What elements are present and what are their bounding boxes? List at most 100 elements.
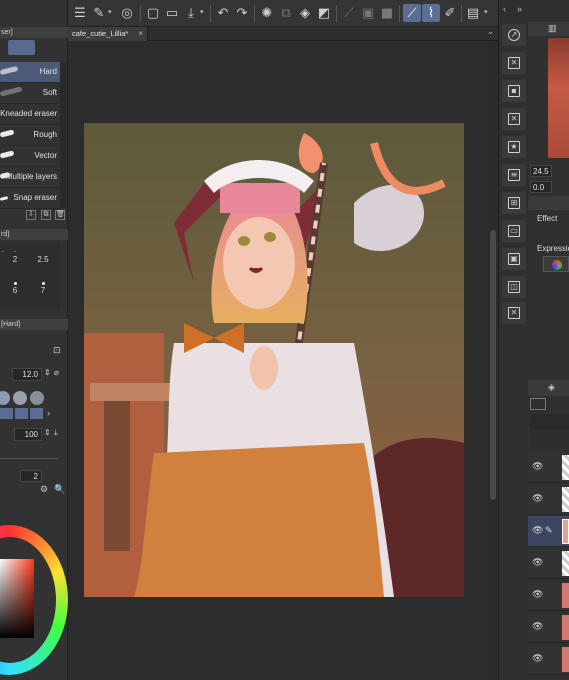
undo-icon[interactable]: ↶ bbox=[214, 4, 232, 22]
zoom-field[interactable]: 24.5 bbox=[530, 165, 552, 177]
navigator-button[interactable]: ↗ bbox=[502, 24, 526, 46]
chevron-right-icon[interactable]: › bbox=[47, 408, 50, 418]
hardness-field[interactable]: 2 bbox=[20, 470, 42, 482]
lock-icon[interactable]: ⊡ bbox=[53, 346, 61, 356]
material-button[interactable]: ✕ bbox=[502, 52, 526, 74]
eye-icon[interactable]: 👁 bbox=[532, 494, 543, 504]
edit-icon[interactable]: ✐ bbox=[441, 4, 459, 22]
tip-shape-1[interactable] bbox=[0, 391, 10, 405]
layer-row[interactable]: 👁 bbox=[528, 548, 569, 579]
new-icon[interactable]: ▢ bbox=[144, 4, 162, 22]
eraser-item-snap[interactable]: Snap eraser bbox=[0, 188, 60, 209]
opacity-field[interactable]: 100 bbox=[14, 428, 42, 441]
opacity-stepper[interactable]: ⇕ bbox=[44, 428, 51, 437]
close-box-icon: ✕ bbox=[508, 57, 520, 69]
chevron-down-icon[interactable]: ⌄ bbox=[487, 27, 494, 36]
delete-sub-tool-icon[interactable]: 🗑 bbox=[55, 210, 65, 220]
brush-size-cell[interactable]: 6 bbox=[4, 279, 26, 301]
layer-thumbnail bbox=[562, 551, 569, 576]
clear-icon[interactable]: ◩ bbox=[315, 4, 333, 22]
favorite-button[interactable]: ★ bbox=[502, 136, 526, 158]
eraser-label: Hard bbox=[39, 67, 57, 76]
chevron-down-icon[interactable]: ▾ bbox=[484, 8, 488, 16]
artwork-canvas[interactable] bbox=[84, 123, 464, 597]
sub-view-button[interactable]: ▪ bbox=[502, 80, 526, 102]
canvas-scroll-thumb[interactable] bbox=[490, 230, 496, 500]
brush-icon[interactable]: ⌇ bbox=[422, 4, 440, 22]
color-square[interactable] bbox=[0, 559, 34, 638]
search-icon[interactable]: 🔍 bbox=[54, 485, 65, 495]
layer-row-selected[interactable]: 👁 ✎ bbox=[528, 516, 569, 547]
hardness-slider[interactable] bbox=[0, 451, 58, 459]
settings-icon[interactable]: ⚙ bbox=[40, 485, 48, 495]
blend-mode-select[interactable] bbox=[530, 398, 546, 410]
tip-shape-2[interactable] bbox=[13, 391, 27, 405]
timeline-button[interactable]: ▣ bbox=[502, 248, 526, 270]
layer-row[interactable]: 👁 bbox=[528, 580, 569, 611]
history-button[interactable]: ▭ bbox=[502, 220, 526, 242]
brush-size-field[interactable]: 12.0 bbox=[12, 368, 42, 381]
layer-property-button[interactable]: ≡ bbox=[502, 164, 526, 186]
brush-size-cell[interactable]: 7 bbox=[32, 279, 54, 301]
snap-icon[interactable]: ⟋ bbox=[340, 4, 358, 22]
eraser-item-kneaded[interactable]: Kneaded eraser bbox=[0, 104, 60, 125]
duplicate-sub-tool-button[interactable]: ⧉ bbox=[41, 210, 51, 220]
redo-icon[interactable]: ↷ bbox=[233, 4, 251, 22]
eye-icon[interactable]: 👁 bbox=[532, 622, 543, 632]
fill-icon[interactable]: ◈ bbox=[296, 4, 314, 22]
pen-icon[interactable]: ⟋ bbox=[403, 4, 421, 22]
tip-shape-3[interactable] bbox=[30, 391, 44, 405]
eraser-item-multiple-layers[interactable]: Multiple layers bbox=[0, 167, 60, 188]
ruler-icon[interactable]: ▣ bbox=[359, 4, 377, 22]
eye-icon[interactable]: 👁 bbox=[532, 462, 543, 472]
layer-thumbnail bbox=[562, 455, 569, 480]
layer-toolbar-2 bbox=[530, 433, 569, 447]
layer-row[interactable]: 👁 bbox=[528, 644, 569, 675]
settings-icon[interactable]: ▤ bbox=[464, 4, 482, 22]
direction-button-3[interactable] bbox=[30, 408, 43, 419]
eraser-item-hard[interactable]: Hard bbox=[0, 62, 60, 83]
loading-icon[interactable]: ✺ bbox=[258, 4, 276, 22]
eye-icon[interactable]: 👁 bbox=[532, 654, 543, 664]
brush-size-cell[interactable]: 2 bbox=[4, 255, 26, 277]
eraser-item-soft[interactable]: Soft bbox=[0, 83, 60, 104]
eye-icon[interactable]: 👁 bbox=[532, 558, 543, 568]
layer-search-button[interactable]: ⊞ bbox=[502, 192, 526, 214]
eye-icon[interactable]: 👁 bbox=[532, 590, 543, 600]
auto-action-close-button[interactable]: ✕ bbox=[502, 302, 526, 324]
open-icon[interactable]: ▭ bbox=[163, 4, 181, 22]
chevron-left-icon[interactable]: ‹ bbox=[503, 4, 506, 14]
rotation-field[interactable]: 0.0 bbox=[530, 181, 552, 193]
sub-tool-tab[interactable] bbox=[8, 40, 35, 55]
navigator-preview[interactable] bbox=[548, 38, 569, 158]
save-icon[interactable]: ⤓ bbox=[182, 4, 200, 22]
close-icon[interactable]: × bbox=[138, 27, 143, 40]
document-tab[interactable]: cafe_cutie_Lillia* × bbox=[68, 27, 148, 41]
expression-color-button[interactable] bbox=[543, 256, 569, 272]
layer-row[interactable]: 👁 bbox=[528, 612, 569, 643]
material-close-button[interactable]: ✕ bbox=[502, 108, 526, 130]
direction-button-2[interactable] bbox=[15, 408, 28, 419]
layer-icon[interactable]: ◎ bbox=[118, 4, 136, 22]
size-pressure-icon[interactable]: ⌀ bbox=[54, 368, 59, 377]
create-sub-tool-button[interactable]: ⇩ bbox=[26, 210, 36, 220]
chevron-double-right-icon[interactable]: » bbox=[517, 4, 522, 14]
transform-icon[interactable]: ⧉ bbox=[277, 4, 295, 22]
eraser-item-vector[interactable]: Vector bbox=[0, 146, 60, 167]
close-box-icon: ✕ bbox=[508, 307, 520, 319]
size-stepper[interactable]: ⇕ bbox=[44, 368, 51, 377]
eraser-item-rough[interactable]: Rough bbox=[0, 125, 60, 146]
layer-row[interactable]: 👁 bbox=[528, 484, 569, 515]
direction-button-1[interactable] bbox=[0, 408, 13, 419]
download-icon[interactable]: ⤓ bbox=[54, 428, 58, 438]
chevron-down-icon[interactable]: ▾ bbox=[108, 8, 112, 16]
eyedropper-icon[interactable]: ✎ bbox=[90, 4, 108, 22]
eraser-list-scrollbar[interactable] bbox=[60, 62, 66, 208]
layer-row[interactable]: 👁 bbox=[528, 452, 569, 483]
brush-size-cell[interactable]: 2.5 bbox=[32, 255, 54, 277]
eye-icon[interactable]: 👁 bbox=[532, 526, 543, 536]
animation-button[interactable]: ◫ bbox=[502, 276, 526, 298]
menu-icon[interactable]: ☰ bbox=[71, 4, 89, 22]
grid-icon[interactable]: ■ bbox=[378, 4, 396, 22]
chevron-down-icon[interactable]: ▾ bbox=[200, 8, 204, 16]
